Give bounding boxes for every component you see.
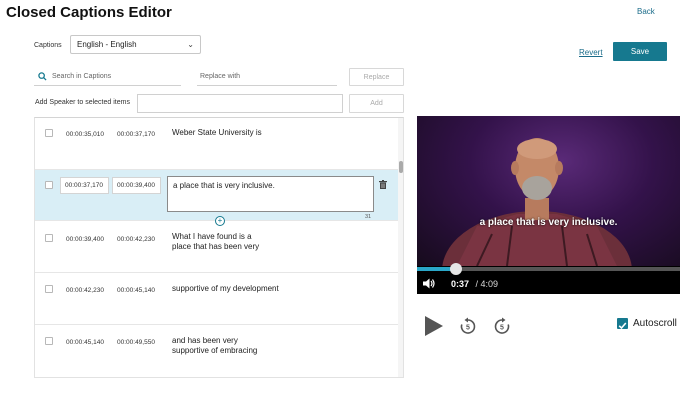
speaker-label: Add Speaker to selected items [35,99,130,106]
replace-input[interactable]: Replace with [197,69,337,86]
revert-link[interactable]: Revert [579,48,603,57]
end-time: 00:00:42,230 [117,236,155,243]
progress-handle[interactable] [450,263,463,275]
back-link[interactable]: Back [637,7,655,16]
rewind-5-icon[interactable]: 5 [459,317,477,335]
autoscroll-checkbox[interactable] [617,318,628,330]
caption-row[interactable]: 00:00:35,010 00:00:37,170 Weber State Un… [35,118,398,170]
video-frame[interactable]: a place that is very inclusive. [417,116,680,266]
replace-button[interactable]: Replace [349,68,404,86]
player-controls: 0:37 / 4:09 [417,263,680,294]
play-icon[interactable] [424,315,444,337]
caption-text[interactable]: supportive of my development [172,284,279,294]
start-time-field[interactable]: 00:00:37,170 [60,177,109,194]
captions-language-value: English - English [77,40,137,49]
search-icon [38,72,47,81]
autoscroll-label: Autoscroll [633,318,677,329]
start-time: 00:00:45,140 [66,339,104,346]
caption-line: supportive of my development [172,284,279,293]
trash-icon[interactable] [379,180,387,189]
row-checkbox[interactable] [45,234,53,242]
caption-row[interactable]: 00:00:39,400 00:00:42,230 What I have fo… [35,221,398,273]
end-time-field[interactable]: 00:00:39,400 [112,177,161,194]
current-time: 0:37 [451,279,470,289]
row-checkbox[interactable] [45,337,53,345]
checkmark-icon [618,322,627,330]
caption-edit-text: a place that is very inclusive. [173,181,275,190]
svg-text:5: 5 [466,325,470,332]
list-scrollbar[interactable] [398,118,403,377]
end-time: 00:00:45,140 [117,287,155,294]
progress-bar[interactable] [417,263,680,275]
row-checkbox[interactable] [45,129,53,137]
page-title: Closed Captions Editor [6,4,172,21]
svg-text:5: 5 [500,325,504,332]
end-time: 00:00:49,550 [117,339,155,346]
start-time: 00:00:39,400 [66,236,104,243]
caption-list[interactable]: 00:00:35,010 00:00:37,170 Weber State Un… [34,117,404,378]
forward-5-icon[interactable]: 5 [493,317,511,335]
video-player[interactable]: a place that is very inclusive. 0:37 / 4… [417,116,680,294]
search-input[interactable]: Search in Captions [34,69,181,86]
caption-text[interactable]: Weber State University is [172,128,262,138]
speaker-input[interactable] [137,94,343,113]
start-time: 00:00:35,010 [66,131,104,138]
chevron-down-icon: ⌄ [187,40,194,49]
duration: / 4:09 [475,279,499,289]
caption-line: Weber State University is [172,128,262,137]
caption-line: supportive of embracing [172,346,258,355]
video-caption-overlay: a place that is very inclusive. [479,217,618,228]
row-checkbox[interactable] [45,181,53,189]
captions-language-select[interactable]: English - English ⌄ [70,35,201,54]
captions-label: Captions [34,42,62,49]
caption-row[interactable]: 00:00:45,140 00:00:49,550 and has been v… [35,325,398,377]
char-count: 31 [365,214,372,220]
caption-line: What I have found is a [172,232,252,241]
volume-icon[interactable] [423,278,435,289]
end-time: 00:00:37,170 [117,131,155,138]
caption-line: place that has been very [172,242,260,251]
search-placeholder: Search in Captions [52,73,112,80]
caption-row[interactable]: 00:00:42,230 00:00:45,140 supportive of … [35,273,398,325]
scrollbar-thumb[interactable] [399,161,403,173]
caption-text[interactable]: and has been very supportive of embracin… [172,336,257,356]
time-display: 0:37 / 4:09 [451,279,498,289]
add-speaker-button[interactable]: Add [349,94,404,113]
row-checkbox[interactable] [45,285,53,293]
speaker-video-image [442,138,632,266]
caption-edit-field[interactable]: a place that is very inclusive. [167,176,374,212]
caption-line: and has been very [172,336,238,345]
save-button[interactable]: Save [613,42,667,61]
start-time: 00:00:42,230 [66,287,104,294]
caption-text[interactable]: What I have found is a place that has be… [172,232,259,252]
